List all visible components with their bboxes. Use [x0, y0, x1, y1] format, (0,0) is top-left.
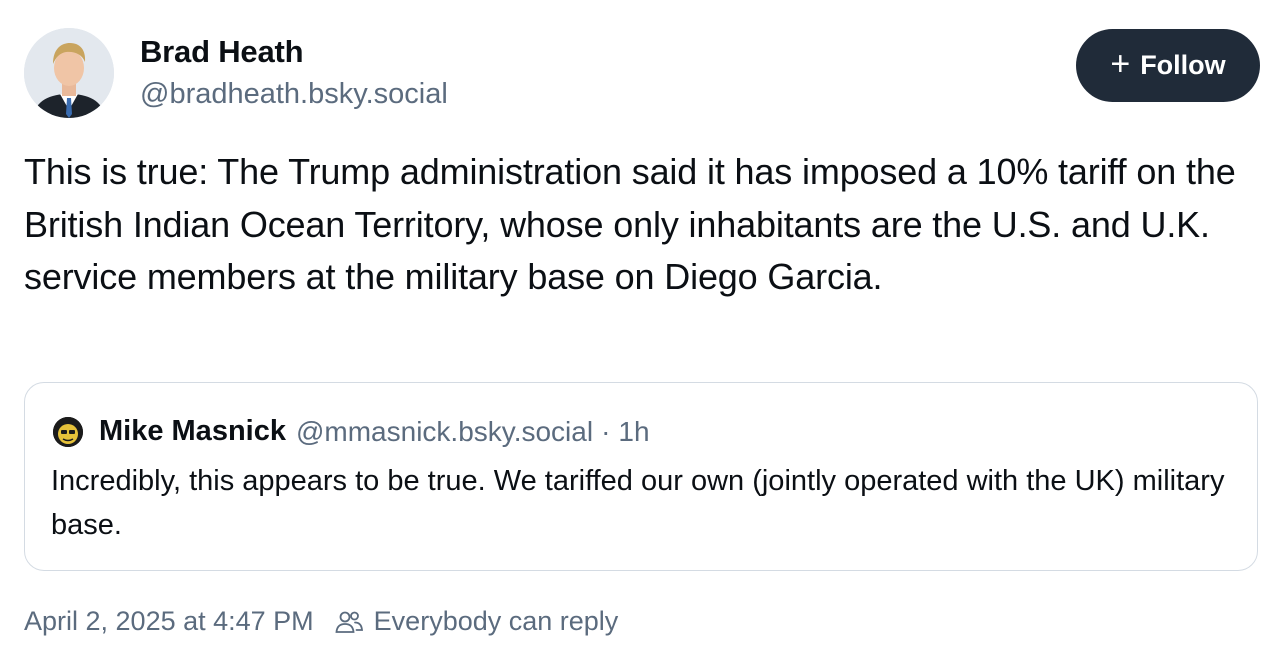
quoted-post-separator: · — [601, 415, 611, 447]
quoted-post-text: Incredibly, this appears to be true. We … — [51, 465, 1225, 541]
quoted-author-display-name: Mike Masnick — [99, 415, 286, 447]
quoted-post-header: Mike Masnick @mmasnick.bsky.social · 1h — [53, 415, 650, 448]
plus-icon: + — [1110, 45, 1131, 83]
quoted-post-card[interactable]: Mike Masnick @mmasnick.bsky.social · 1h … — [24, 382, 1258, 571]
author-avatar[interactable] — [24, 28, 114, 118]
follow-button-label: Follow — [1140, 50, 1226, 80]
post-text: This is true: The Trump administration s… — [24, 151, 1236, 297]
reply-setting: Everybody can reply — [373, 606, 619, 636]
quoted-post-time: 1h — [618, 415, 650, 447]
post-timestamp[interactable]: April 2, 2025 at 4:47 PM — [24, 606, 314, 637]
post-thread-item: Brad Heath @bradheath.bsky.social + Foll… — [0, 0, 1280, 652]
author-display-name[interactable]: Brad Heath — [140, 34, 304, 70]
avatar-cartoon-icon — [53, 416, 83, 447]
post-meta: April 2, 2025 at 4:47 PM Everybody can r… — [24, 606, 618, 637]
quoted-author-avatar[interactable] — [53, 416, 83, 447]
author-handle[interactable]: @bradheath.bsky.social — [140, 78, 448, 111]
people-icon — [334, 609, 364, 635]
avatar-photo-icon — [24, 28, 114, 118]
quoted-author-handle: @mmasnick.bsky.social — [295, 415, 594, 447]
follow-button[interactable]: + Follow — [1076, 29, 1260, 102]
